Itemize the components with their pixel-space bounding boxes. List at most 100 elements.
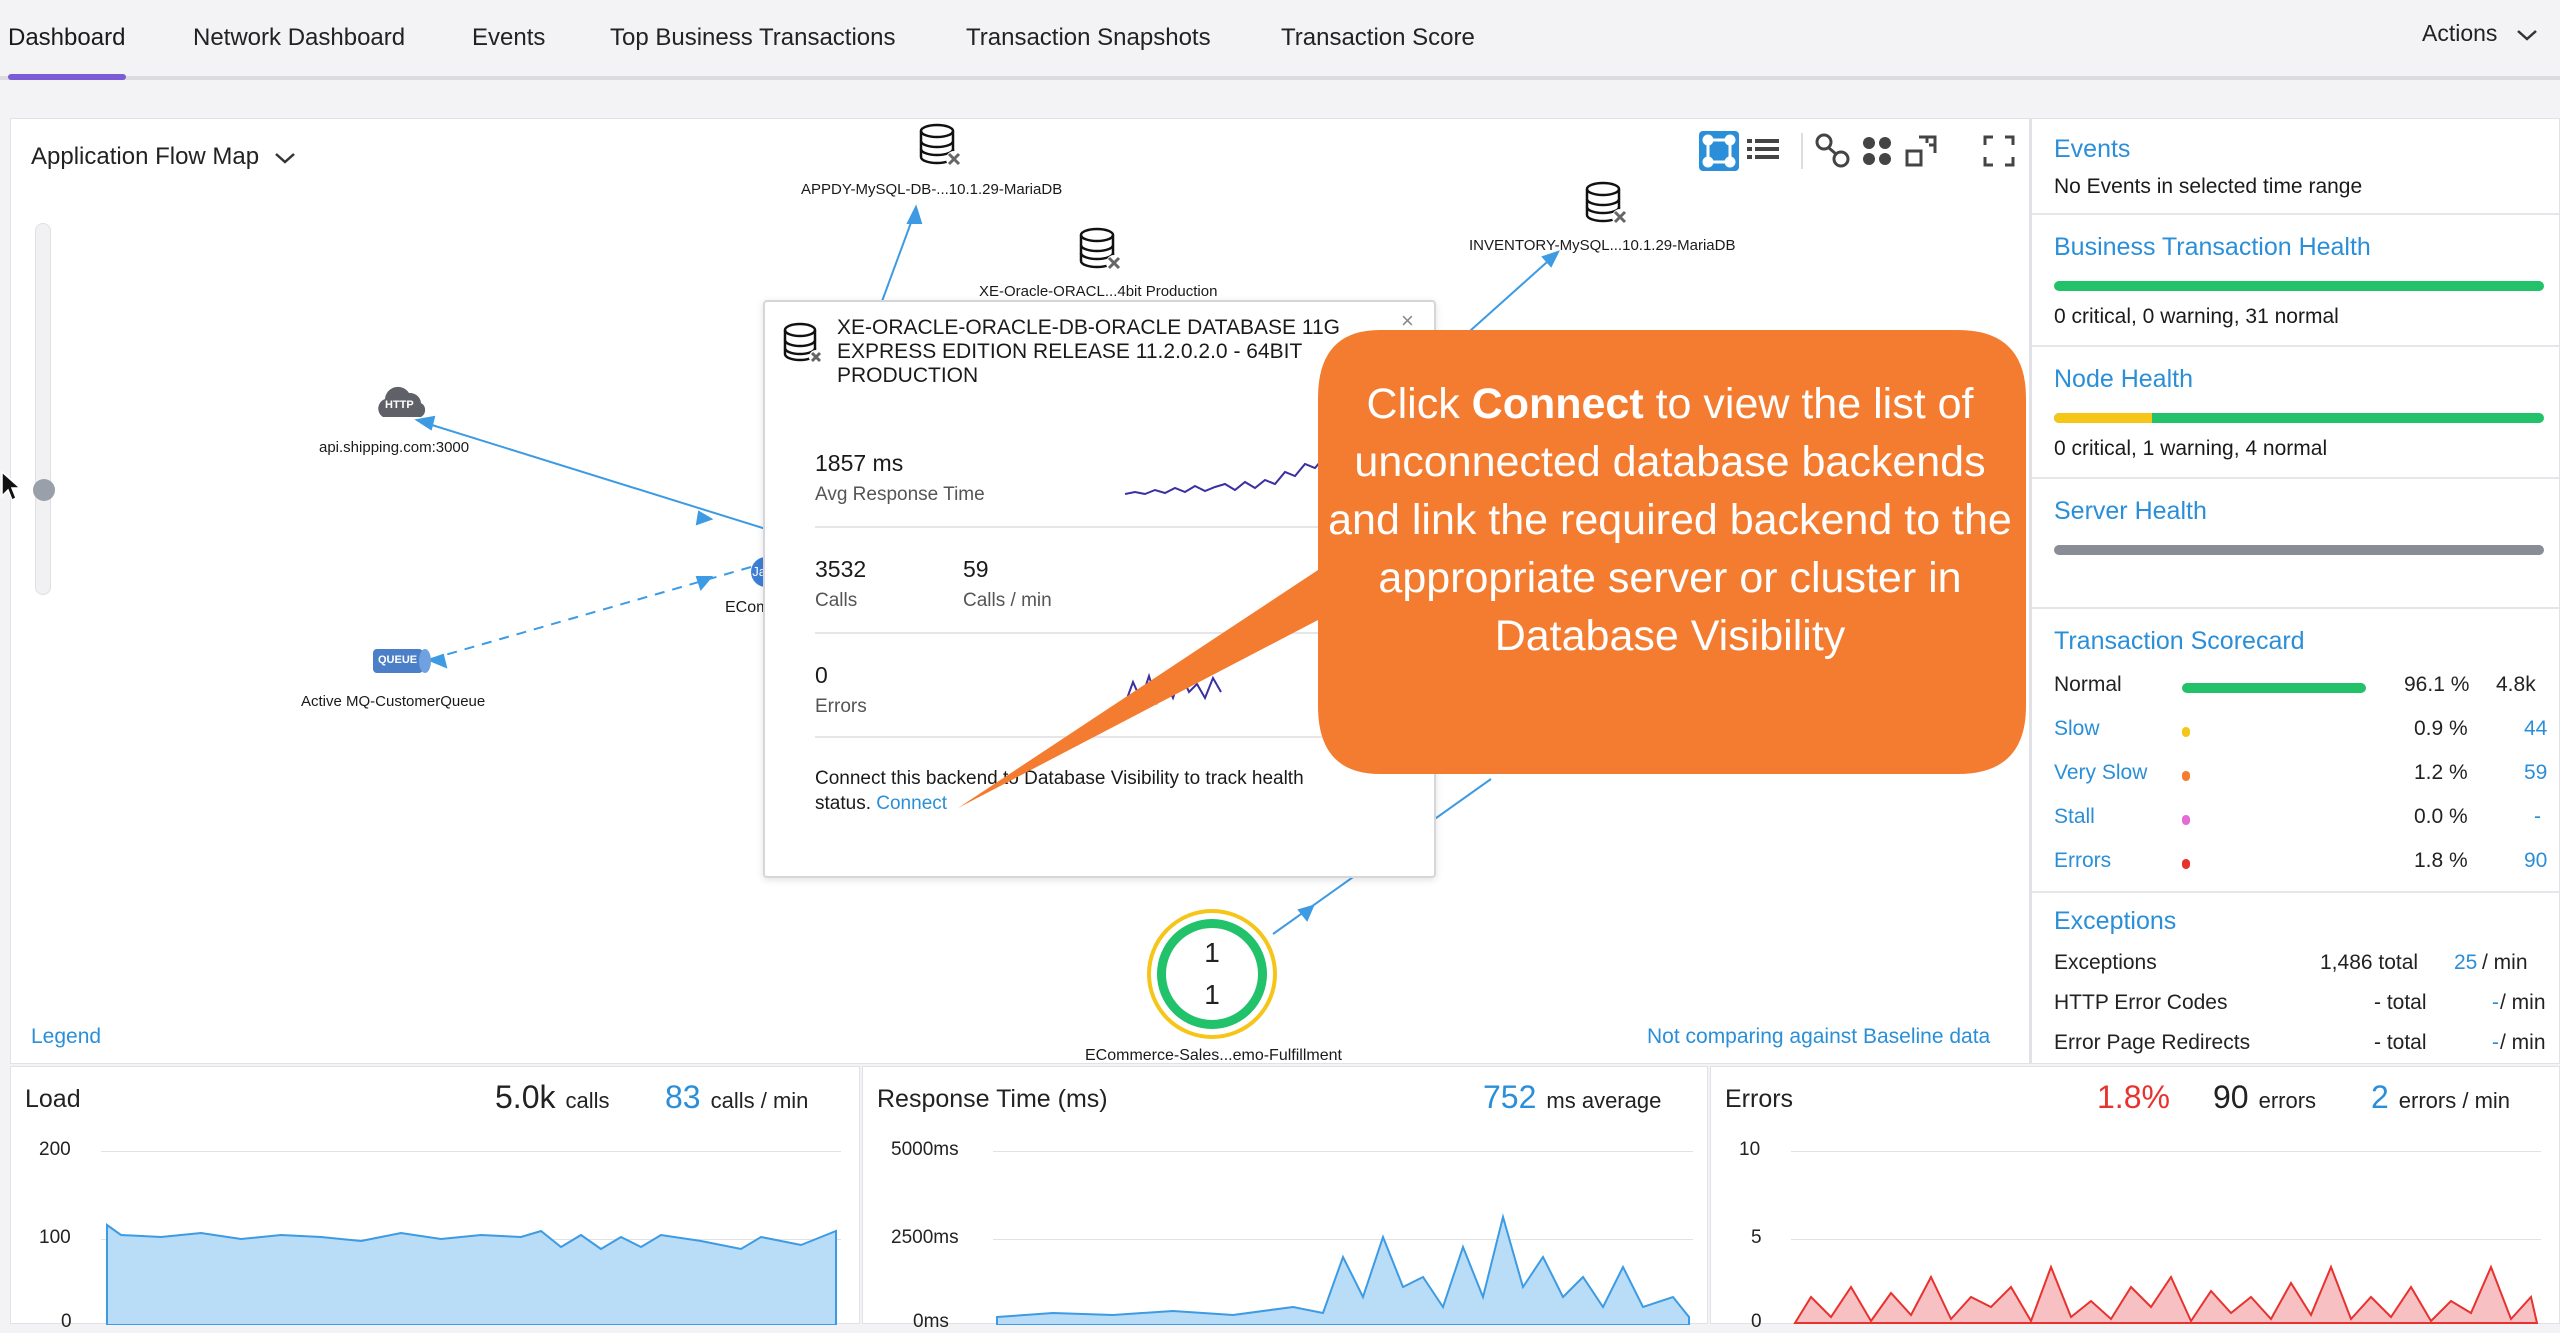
errors-panel: Errors 1.8% 90 errors 2 errors / min 10 5 …: [1710, 1066, 2560, 1332]
server-health-section: Server Health: [2032, 479, 2559, 609]
load-title: Load: [25, 1085, 81, 1113]
gridline: [1791, 1151, 2541, 1152]
score-pct: 96.1 %: [2404, 673, 2470, 696]
gridline: [993, 1151, 1693, 1152]
callout-text: Click Connect to view the list of unconn…: [1318, 375, 2022, 665]
y-tick: 10: [1739, 1139, 1761, 1160]
exceptions-row: Error Page Redirects - total - / min: [2054, 1031, 2546, 1061]
errors-area-chart: [1793, 1264, 2539, 1324]
exception-per: / min: [2500, 991, 2546, 1014]
response-area-chart: [996, 1213, 1690, 1325]
score-label: Normal: [2054, 673, 2122, 696]
callout-text-bold: Connect: [1471, 380, 1644, 428]
y-tick: 0ms: [913, 1311, 949, 1332]
exception-label: Exceptions: [2054, 951, 2157, 974]
gridline: [101, 1151, 841, 1152]
score-count[interactable]: 44: [2524, 717, 2547, 741]
score-count: 4.8k: [2496, 673, 2536, 696]
exceptions-title[interactable]: Exceptions: [2054, 907, 2176, 936]
scorecard-row-errors: Errors 1.8 % 90: [2054, 849, 2547, 879]
exception-per: / min: [2482, 951, 2528, 974]
events-text: No Events in selected time range: [2054, 175, 2363, 198]
score-bar: [2182, 771, 2190, 781]
load-total-value: 5.0k: [495, 1079, 556, 1115]
exception-total: - total: [2374, 991, 2427, 1014]
node-health-title[interactable]: Node Health: [2054, 365, 2193, 394]
exception-rate[interactable]: -: [2492, 1031, 2499, 1055]
score-pct: 0.0 %: [2414, 805, 2468, 828]
scorecard-row-slow: Slow 0.9 % 44: [2054, 717, 2547, 747]
mouse-cursor-icon: [1, 470, 20, 502]
load-area-chart: [106, 1223, 837, 1325]
exception-rate[interactable]: 25: [2454, 951, 2477, 975]
errors-count-value: 90: [2213, 1079, 2249, 1115]
score-pct: 1.8 %: [2414, 849, 2468, 872]
scorecard-row-normal: Normal 96.1 % 4.8k: [2054, 673, 2544, 703]
y-tick: 0: [1751, 1311, 1762, 1332]
score-count[interactable]: -: [2534, 805, 2541, 829]
exception-total: - total: [2374, 1031, 2427, 1054]
load-rate-value: 83: [665, 1079, 701, 1115]
score-bar: [2182, 859, 2190, 869]
errors-rate-unit: errors / min: [2398, 1088, 2511, 1113]
score-count[interactable]: 90: [2524, 849, 2547, 873]
bt-health-section: Business Transaction Health 0 critical, …: [2032, 215, 2559, 347]
server-health-title[interactable]: Server Health: [2054, 497, 2207, 526]
errors-title: Errors: [1725, 1085, 1794, 1113]
bt-health-bar: [2054, 281, 2544, 291]
y-tick: 200: [39, 1139, 71, 1160]
events-section: Events No Events in selected time range: [2032, 119, 2559, 215]
y-tick: 100: [39, 1227, 71, 1248]
y-tick: 0: [61, 1311, 72, 1332]
exceptions-row: Exceptions 1,486 total 25 / min: [2054, 951, 2544, 981]
y-tick: 2500ms: [891, 1227, 959, 1248]
load-total: 5.0k calls: [495, 1079, 610, 1116]
response-avg: 752 ms average: [1483, 1079, 1661, 1116]
y-tick: 5: [1751, 1227, 1762, 1248]
score-label[interactable]: Slow: [2054, 717, 2100, 741]
exceptions-row: HTTP Error Codes - total - / min: [2054, 991, 2546, 1021]
errors-count-unit: errors: [2258, 1088, 2317, 1113]
exception-per: / min: [2500, 1031, 2546, 1054]
server-health-bar: [2054, 545, 2544, 555]
score-bar: [2182, 815, 2190, 825]
node-health-warning-bar: [2054, 413, 2152, 423]
response-title: Response Time (ms): [877, 1085, 1108, 1113]
callout-text-before: Click: [1366, 380, 1472, 428]
score-label[interactable]: Errors: [2054, 849, 2111, 873]
errors-rate: 2 errors / min: [2371, 1079, 2510, 1116]
health-side-panel: Events No Events in selected time range …: [2030, 118, 2560, 1064]
y-tick: 5000ms: [891, 1139, 959, 1160]
score-bar: [2182, 727, 2190, 737]
node-health-section: Node Health 0 critical, 1 warning, 4 nor…: [2032, 347, 2559, 479]
bt-health-text: 0 critical, 0 warning, 31 normal: [2054, 305, 2339, 328]
errors-pct-value: 1.8%: [2097, 1079, 2170, 1115]
score-bar: [2182, 683, 2366, 693]
exception-label: HTTP Error Codes: [2054, 991, 2228, 1014]
scorecard-section: Transaction Scorecard Normal 96.1 % 4.8k…: [2032, 609, 2559, 893]
bt-health-title[interactable]: Business Transaction Health: [2054, 233, 2371, 262]
scorecard-title[interactable]: Transaction Scorecard: [2054, 627, 2305, 656]
load-panel: Load 5.0k calls 83 calls / min 200 100 0: [10, 1066, 860, 1332]
scorecard-row-stall: Stall 0.0 % -: [2054, 805, 2544, 835]
response-time-panel: Response Time (ms) 752 ms average 5000ms …: [862, 1066, 1708, 1332]
events-title[interactable]: Events: [2054, 135, 2130, 164]
scorecard-row-very-slow: Very Slow 1.2 % 59: [2054, 761, 2547, 791]
errors-count: 90 errors: [2213, 1079, 2316, 1116]
exception-total: 1,486 total: [2320, 951, 2419, 974]
exceptions-section: Exceptions Exceptions 1,486 total 25 / m…: [2032, 893, 2559, 1063]
load-rate-unit: calls / min: [710, 1088, 809, 1113]
score-count[interactable]: 59: [2524, 761, 2547, 785]
score-pct: 1.2 %: [2414, 761, 2468, 784]
load-total-unit: calls: [565, 1088, 610, 1113]
node-health-text: 0 critical, 1 warning, 4 normal: [2054, 437, 2328, 460]
errors-rate-value: 2: [2371, 1079, 2389, 1115]
exception-rate[interactable]: -: [2492, 991, 2499, 1015]
score-label[interactable]: Stall: [2054, 805, 2095, 829]
score-label[interactable]: Very Slow: [2054, 761, 2147, 785]
response-avg-unit: ms average: [1546, 1088, 1662, 1113]
errors-pct: 1.8%: [2097, 1079, 2170, 1116]
load-rate: 83 calls / min: [665, 1079, 808, 1116]
exception-label: Error Page Redirects: [2054, 1031, 2251, 1054]
response-avg-value: 752: [1483, 1079, 1537, 1115]
